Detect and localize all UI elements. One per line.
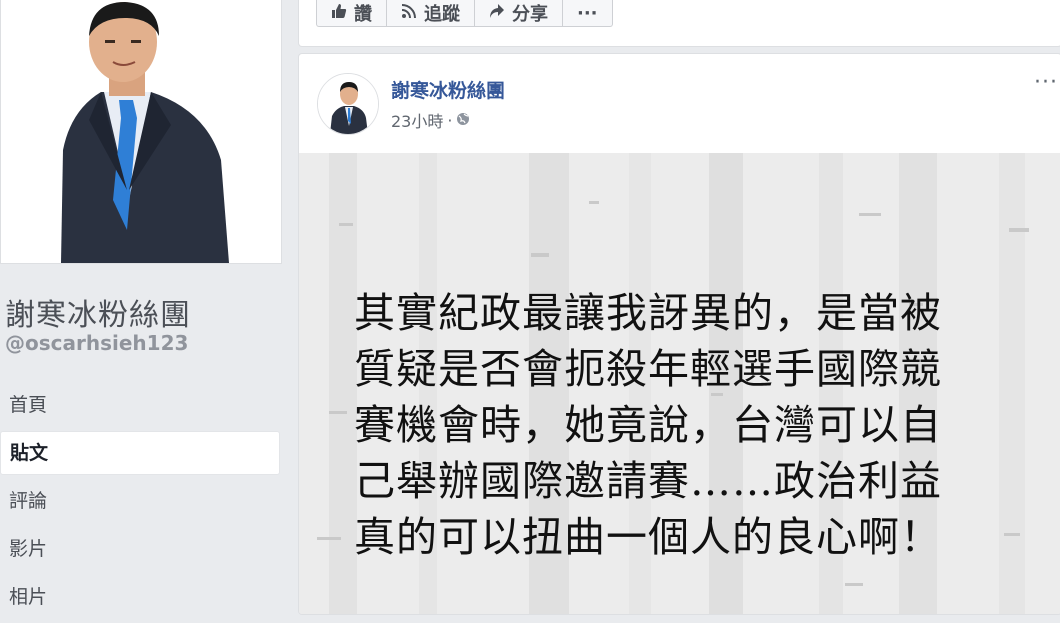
nav-item-photos[interactable]: 相片 <box>0 575 280 619</box>
nav-item-reviews[interactable]: 評論 <box>0 479 280 523</box>
page-nav: 首頁 貼文 評論 影片 相片 <box>0 383 280 623</box>
page-handle: @oscarhsieh123 <box>5 331 189 355</box>
post-menu-button[interactable]: ··· <box>1034 70 1058 95</box>
share-label: 分享 <box>512 4 548 25</box>
quote-line: 其實紀政最讓我訝異的，是當被 <box>354 289 942 337</box>
profile-photo[interactable] <box>0 0 282 264</box>
avatar-image <box>318 74 378 134</box>
post-card: 謝寒冰粉絲團 23小時 · ··· 其實紀政最讓我訝異的，是當被 質疑是否會扼殺… <box>298 53 1060 615</box>
more-button[interactable]: ··· <box>563 0 613 27</box>
post-image[interactable]: 其實紀政最讓我訝異的，是當被 質疑是否會扼殺年輕選手國際競 賽機會時，她竟說，台… <box>299 153 1060 614</box>
share-arrow-icon <box>489 3 505 24</box>
quote-line: 己舉辦國際邀請賽……政治利益 <box>354 457 942 505</box>
left-column: 謝寒冰粉絲團 @oscarhsieh123 首頁 貼文 評論 影片 相片 <box>0 0 297 608</box>
quote-line: 真的可以扭曲一個人的良心啊！ <box>354 513 942 561</box>
follow-button[interactable]: 追蹤 <box>387 0 475 27</box>
meta-separator: · <box>447 110 453 130</box>
share-button[interactable]: 分享 <box>475 0 563 27</box>
like-label: 讚 <box>354 4 372 25</box>
post-author[interactable]: 謝寒冰粉絲團 <box>391 76 505 103</box>
post-timestamp[interactable]: 23小時 <box>391 108 443 132</box>
quote-line: 賽機會時，她竟說，台灣可以自 <box>354 401 942 449</box>
profile-photo-image <box>1 0 281 263</box>
page-action-bar: 讚 追蹤 分享 ··· <box>316 0 613 27</box>
nav-item-posts[interactable]: 貼文 <box>0 431 280 475</box>
post-avatar[interactable] <box>317 73 379 135</box>
globe-icon <box>456 111 470 130</box>
more-label: ··· <box>577 2 598 24</box>
page-action-card: 讚 追蹤 分享 ··· <box>298 0 1060 47</box>
thumbs-up-icon <box>331 3 347 24</box>
quote-line: 質疑是否會扼殺年輕選手國際競 <box>354 345 942 393</box>
post-meta: 23小時 · <box>391 108 470 132</box>
nav-item-home[interactable]: 首頁 <box>0 383 280 427</box>
like-button[interactable]: 讚 <box>316 0 387 27</box>
page-name[interactable]: 謝寒冰粉絲團 <box>5 290 191 334</box>
follow-label: 追蹤 <box>424 4 460 25</box>
nav-item-videos[interactable]: 影片 <box>0 527 280 571</box>
rss-icon <box>401 3 417 24</box>
quote-text: 其實紀政最讓我訝異的，是當被 質疑是否會扼殺年輕選手國際競 賽機會時，她竟說，台… <box>354 285 1024 565</box>
